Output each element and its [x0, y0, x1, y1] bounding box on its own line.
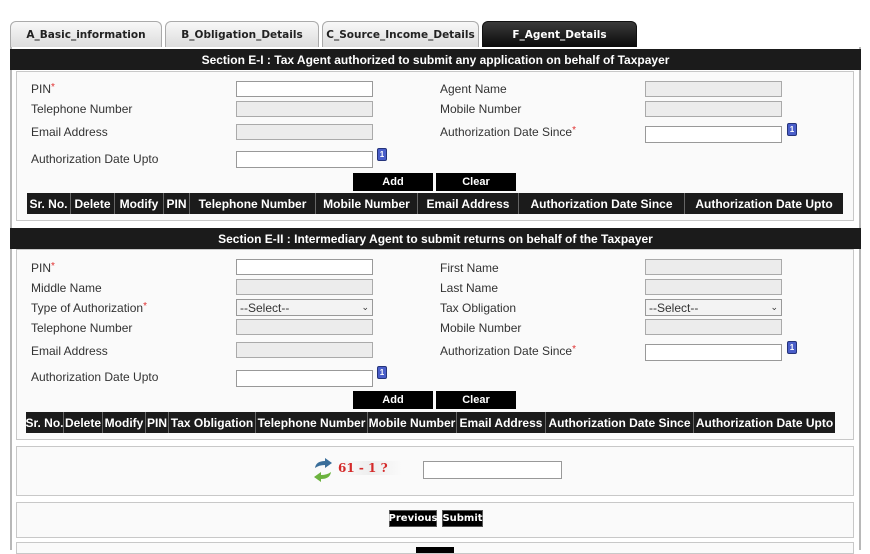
section-e1-table-header: Sr. No. Delete Modify PIN Telephone Numb…: [27, 193, 843, 214]
column-header[interactable]: Authorization Date Upto: [685, 193, 843, 214]
column-header[interactable]: Telephone Number: [256, 412, 368, 433]
date-since-input[interactable]: [645, 126, 782, 143]
column-header[interactable]: Authorization Date Since: [519, 193, 685, 214]
previous-button[interactable]: Previous: [389, 510, 437, 527]
auth-type-selected: --Select--: [240, 300, 290, 315]
column-header[interactable]: Delete: [71, 193, 115, 214]
mobile-input[interactable]: [645, 101, 782, 117]
telephone-input[interactable]: [236, 319, 373, 335]
email-label: Email Address: [31, 125, 108, 139]
column-header[interactable]: PIN: [164, 193, 190, 214]
first-name-input[interactable]: [645, 259, 782, 275]
column-header[interactable]: Authorization Date Since: [546, 412, 694, 433]
last-name-label: Last Name: [440, 281, 499, 295]
auth-type-label: Type of Authorization*: [31, 301, 147, 315]
column-header[interactable]: PIN: [146, 412, 169, 433]
telephone-label: Telephone Number: [31, 102, 133, 116]
tab-agent-details[interactable]: F_Agent_Details: [482, 21, 637, 47]
captcha-answer-input[interactable]: [423, 461, 562, 479]
add-button[interactable]: Add: [353, 391, 433, 409]
calendar-icon[interactable]: 1: [787, 123, 797, 136]
pin-label: PIN*: [31, 82, 55, 96]
captcha-question: 61 - 1 ?: [338, 461, 402, 475]
section-e2-table-header: Sr. No. Delete Modify PIN Tax Obligation…: [26, 412, 835, 433]
agent-name-input[interactable]: [645, 81, 782, 97]
column-header[interactable]: Sr. No.: [27, 193, 71, 214]
mobile-label: Mobile Number: [440, 321, 522, 335]
chevron-down-icon: ⌄: [770, 302, 778, 312]
mobile-input[interactable]: [645, 319, 782, 335]
telephone-input[interactable]: [236, 101, 373, 117]
clear-button[interactable]: Clear: [436, 391, 516, 409]
calendar-icon[interactable]: 1: [377, 148, 387, 161]
tab-basic-information[interactable]: A_Basic_information: [10, 21, 162, 47]
chevron-down-icon: ⌄: [361, 302, 369, 312]
column-header[interactable]: Authorization Date Upto: [694, 412, 835, 433]
column-header[interactable]: Delete: [64, 412, 103, 433]
column-header[interactable]: Sr. No.: [26, 412, 64, 433]
add-button[interactable]: Add: [353, 173, 433, 191]
tax-obligation-label: Tax Obligation: [440, 301, 517, 315]
middle-name-label: Middle Name: [31, 281, 102, 295]
clear-button[interactable]: Clear: [436, 173, 516, 191]
section-e2-title: Section E-II : Intermediary Agent to sub…: [218, 231, 653, 246]
column-header[interactable]: Mobile Number: [316, 193, 418, 214]
date-upto-input[interactable]: [236, 370, 373, 387]
tax-obligation-select[interactable]: --Select-- ⌄: [645, 299, 782, 316]
last-name-input[interactable]: [645, 279, 782, 295]
column-header[interactable]: Telephone Number: [190, 193, 316, 214]
tab-bar: A_Basic_information B_Obligation_Details…: [10, 21, 637, 47]
date-since-input[interactable]: [645, 344, 782, 361]
date-since-label: Authorization Date Since*: [440, 125, 576, 139]
column-header[interactable]: Modify: [103, 412, 146, 433]
column-header[interactable]: Mobile Number: [368, 412, 457, 433]
auth-type-select[interactable]: --Select-- ⌄: [236, 299, 373, 316]
agent-name-label: Agent Name: [440, 82, 507, 96]
date-since-label: Authorization Date Since*: [440, 344, 576, 358]
column-header[interactable]: Email Address: [457, 412, 546, 433]
column-header[interactable]: Modify: [115, 193, 164, 214]
refresh-arrows-icon[interactable]: [312, 457, 334, 483]
section-e1-title: Section E-I : Tax Agent authorized to su…: [201, 52, 670, 67]
mobile-label: Mobile Number: [440, 102, 522, 116]
tab-obligation-details[interactable]: B_Obligation_Details: [165, 21, 319, 47]
email-label: Email Address: [31, 344, 108, 358]
tax-obligation-selected: --Select--: [649, 300, 699, 315]
first-name-label: First Name: [440, 261, 499, 275]
pin-label: PIN*: [31, 261, 55, 275]
submit-button[interactable]: Submit: [442, 510, 483, 527]
date-upto-label: Authorization Date Upto: [31, 370, 159, 384]
tab-source-income-details[interactable]: C_Source_Income_Details: [322, 21, 479, 47]
date-upto-label: Authorization Date Upto: [31, 152, 159, 166]
date-upto-input[interactable]: [236, 151, 373, 168]
column-header[interactable]: Tax Obligation: [169, 412, 256, 433]
section-e1-header: Section E-I : Tax Agent authorized to su…: [10, 49, 861, 70]
telephone-label: Telephone Number: [31, 321, 133, 335]
pin-input[interactable]: [236, 259, 373, 275]
column-header[interactable]: Email Address: [418, 193, 519, 214]
pin-input[interactable]: [236, 81, 373, 97]
section-e2-header: Section E-II : Intermediary Agent to sub…: [10, 228, 861, 249]
middle-name-input[interactable]: [236, 279, 373, 295]
calendar-icon[interactable]: 1: [377, 366, 387, 379]
footer-button[interactable]: [416, 547, 454, 553]
calendar-icon[interactable]: 1: [787, 341, 797, 354]
email-input[interactable]: [236, 124, 373, 140]
email-input[interactable]: [236, 342, 373, 358]
